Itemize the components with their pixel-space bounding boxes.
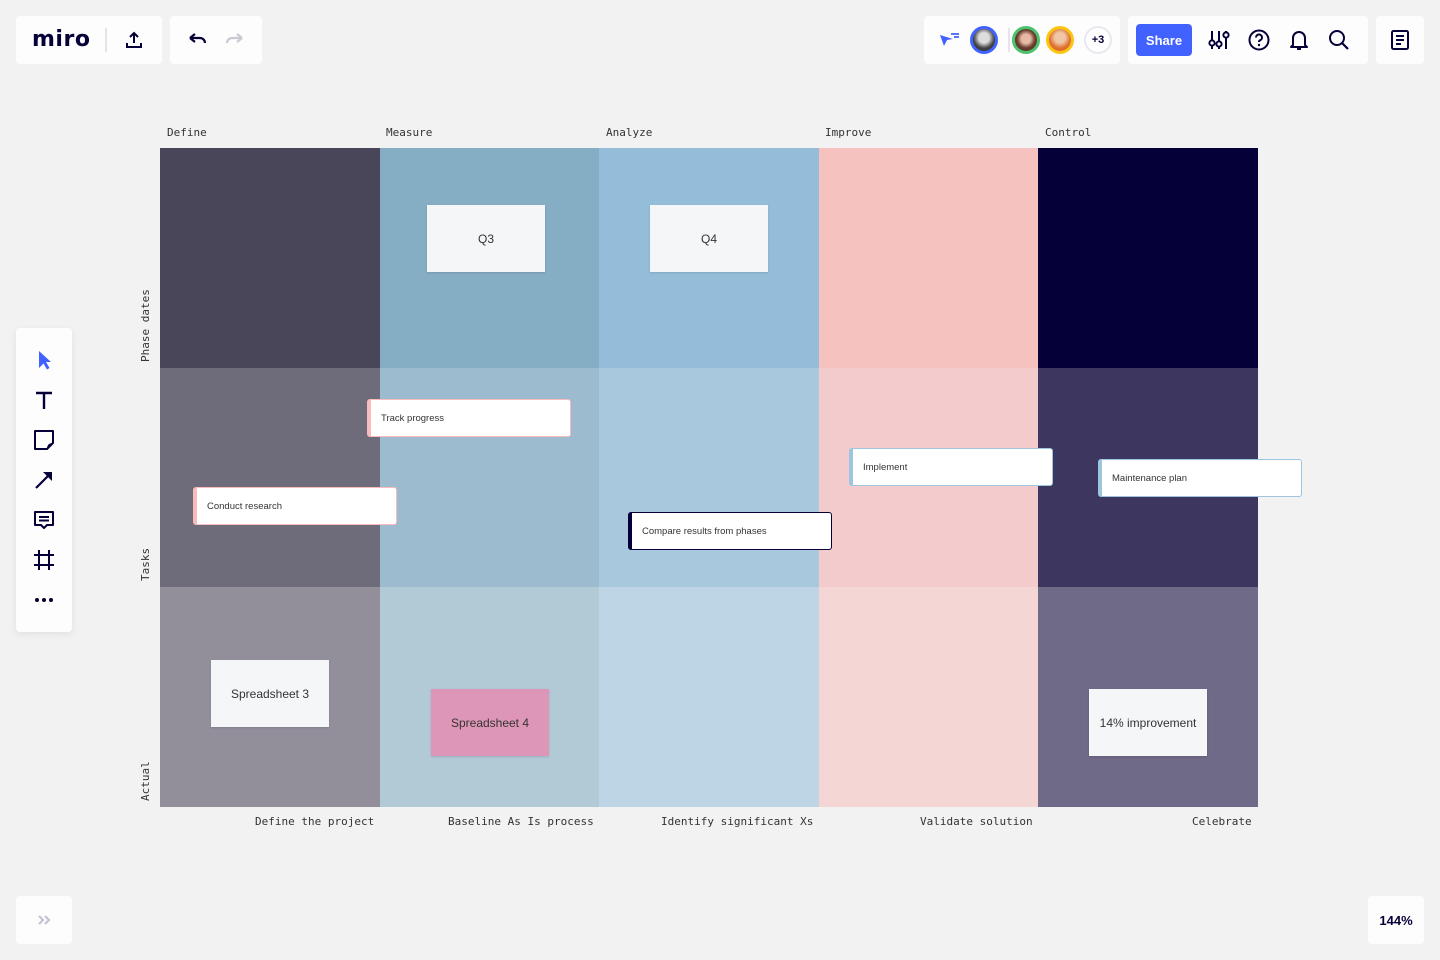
task-card[interactable]: Track progress [367,399,571,437]
phase-goal-label: Identify significant Xs [661,815,814,828]
sliders-icon[interactable] [1206,28,1232,52]
sticky-note[interactable]: Q3 [427,205,545,272]
grid-cell-tasks-define [160,367,380,588]
phase-label: Analyze [606,126,653,139]
board-tools-panel: Share [1128,16,1368,64]
collaborator-avatar[interactable] [1012,26,1040,54]
phase-label: Define [167,126,207,139]
sticky-note[interactable]: Spreadsheet 4 [431,689,549,756]
sticky-note-icon[interactable] [30,426,58,454]
phase-goal-label: Baseline As Is process [448,815,594,828]
divider [1008,28,1010,52]
notes-panel [1376,16,1424,64]
divider [105,28,107,52]
task-card[interactable]: Maintenance plan [1098,459,1302,497]
grid-cell-actual-analyze [599,587,819,807]
sticky-note[interactable]: 14% improvement [1089,689,1207,756]
zoom-level[interactable]: 144% [1368,896,1424,944]
row-label: Phase dates [139,289,152,362]
arrow-icon[interactable] [30,466,58,494]
task-card[interactable]: Conduct research [193,487,397,525]
sticky-note[interactable]: Spreadsheet 3 [211,660,329,727]
phase-label: Control [1045,126,1092,139]
undo-redo-panel [170,16,262,64]
grid-cell-phase-dates-improve [818,148,1039,368]
more-collaborators-badge[interactable]: +3 [1084,26,1112,54]
double-chevron-icon[interactable] [30,906,58,934]
collaborators-panel: +3 [924,16,1120,64]
row-label: Actual [139,761,152,801]
notes-icon[interactable] [1386,26,1414,54]
redo-icon[interactable] [220,28,248,52]
phase-goal-label: Define the project [255,815,375,828]
grid-cell-phase-dates-define [160,148,380,368]
cursor-share-icon[interactable] [936,28,962,52]
phase-label: Measure [386,126,433,139]
more-icon[interactable] [30,586,58,614]
row-label: Tasks [139,547,152,581]
collaborator-avatar[interactable] [970,26,998,54]
search-icon[interactable] [1326,28,1352,52]
frame-icon[interactable] [30,546,58,574]
grid-cell-phase-dates-control [1038,148,1258,368]
phase-goal-label: Celebrate [1192,815,1252,828]
task-card[interactable]: Implement [849,448,1053,486]
miro-logo[interactable]: miro [32,27,90,52]
collaborator-avatar[interactable] [1046,26,1074,54]
phase-goal-label: Validate solution [920,815,1033,828]
main-menu-panel: miro [16,16,162,64]
share-button[interactable]: Share [1136,24,1192,56]
grid-cell-tasks-analyze [599,367,819,588]
comment-icon[interactable] [30,506,58,534]
zoom-panel: 144% [1368,896,1424,944]
creation-toolbar [16,328,72,632]
upload-icon[interactable] [120,28,148,52]
cursor-icon[interactable] [30,346,58,374]
task-card[interactable]: Compare results from phases [628,512,832,550]
expand-panel [16,896,72,944]
phase-label: Improve [825,126,872,139]
undo-icon[interactable] [184,28,212,52]
grid-cell-actual-improve [818,587,1039,807]
help-icon[interactable] [1246,28,1272,52]
bell-icon[interactable] [1286,28,1312,52]
sticky-note[interactable]: Q4 [650,205,768,272]
text-icon[interactable] [30,386,58,414]
